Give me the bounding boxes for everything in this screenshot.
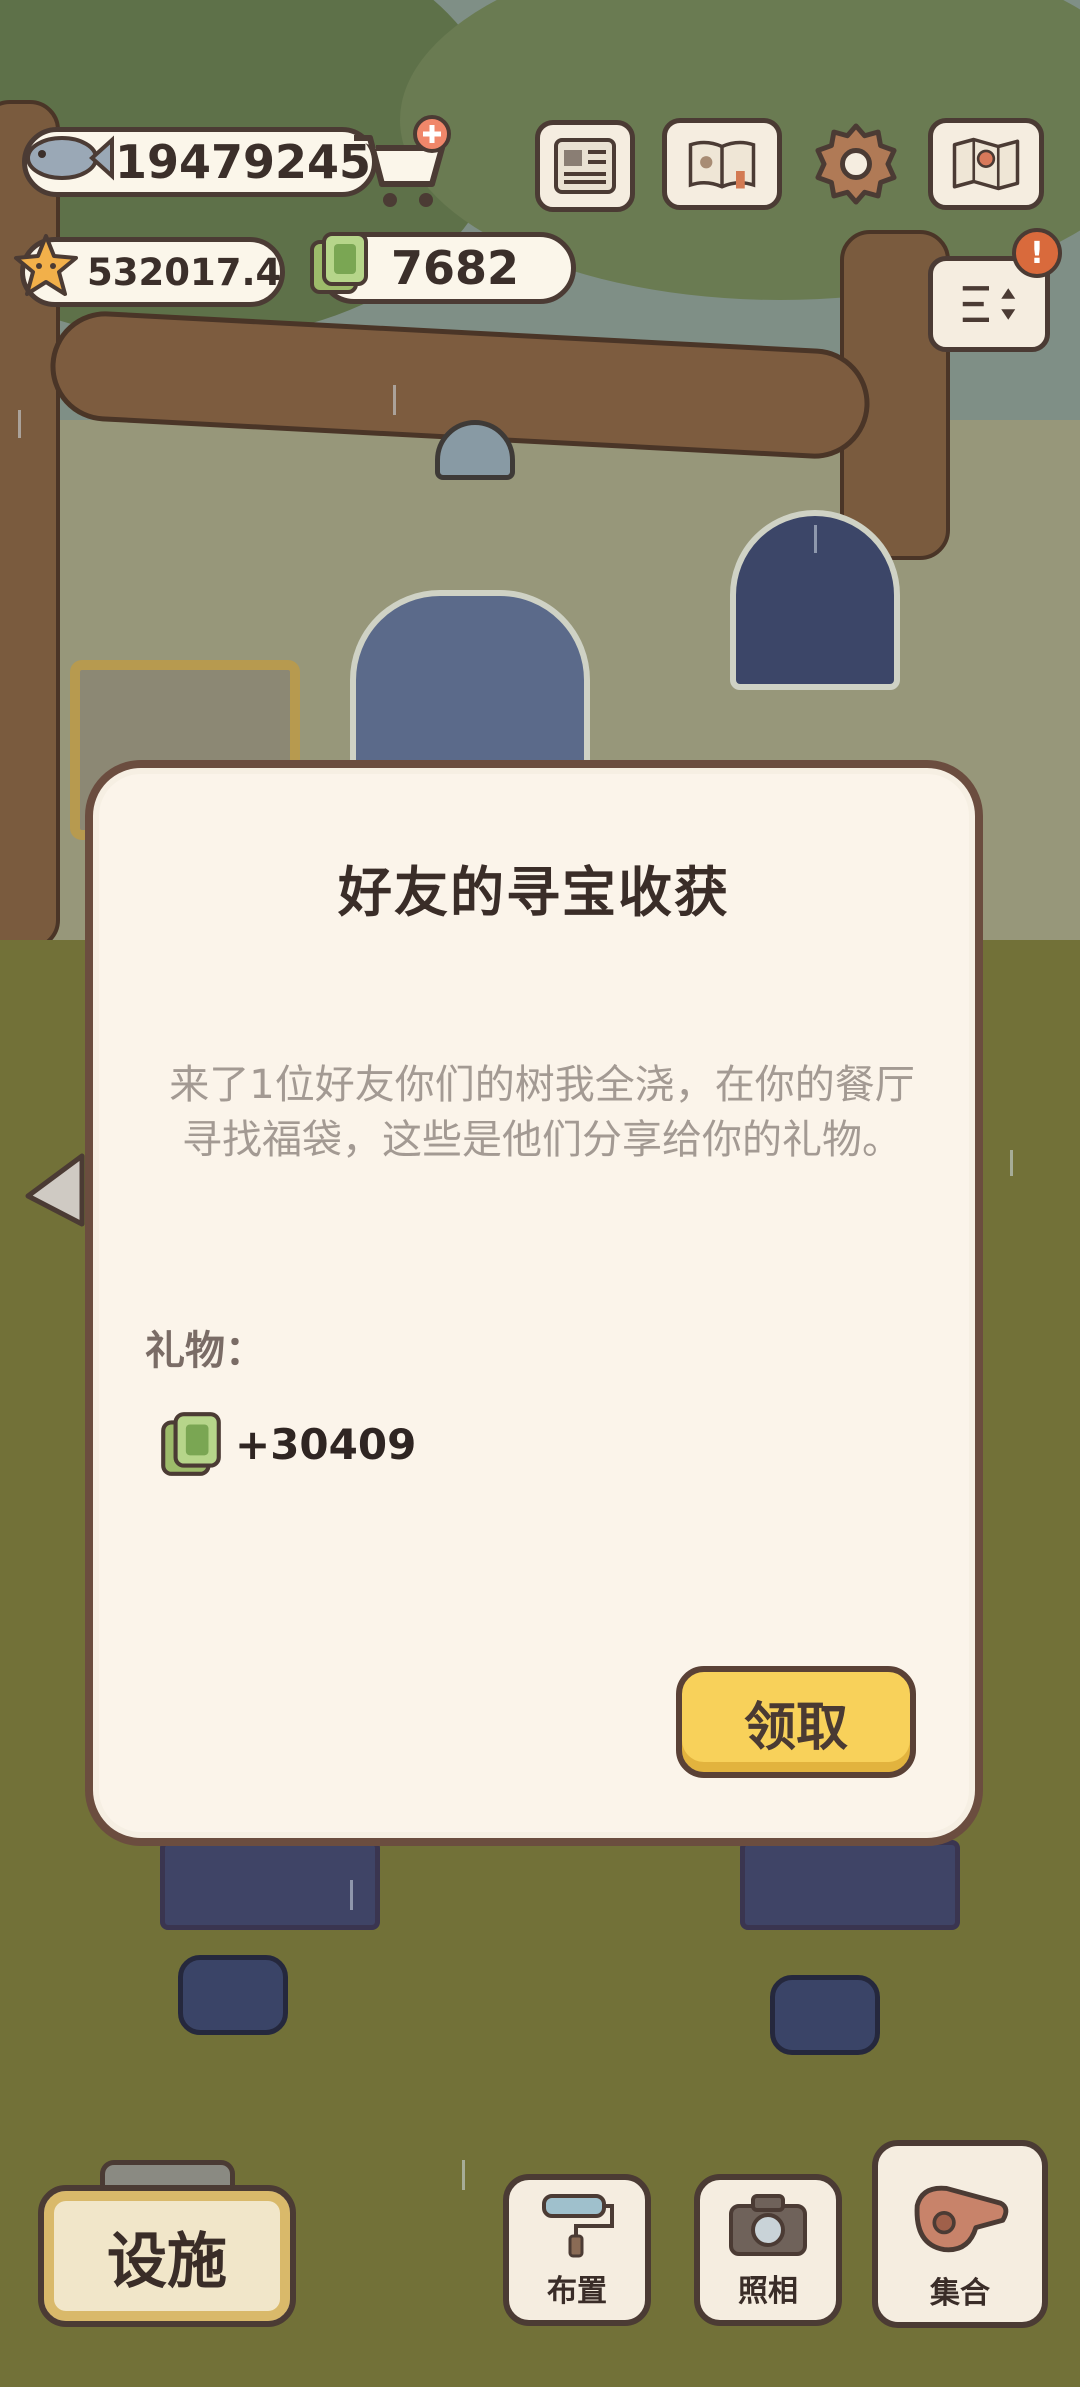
cushion-left: [178, 1955, 288, 2035]
album-button[interactable]: [662, 118, 782, 210]
dialog-title: 好友的寻宝收获: [338, 861, 730, 924]
gather-button-label: 集合: [930, 2276, 990, 2311]
rain-drop: [462, 2160, 465, 2190]
newspaper-button[interactable]: [535, 120, 635, 212]
rain-drop: [1010, 1150, 1013, 1176]
photo-button-label: 照相: [738, 2274, 798, 2309]
layout-button[interactable]: 布置: [503, 2174, 651, 2326]
leaf-ticket-icon: [161, 1412, 221, 1476]
dialog-description: 来了1位好友你们的树我全浇，在你的餐厅寻找福袋，这些是他们分享给你的礼物。: [169, 1062, 915, 1163]
leaf-ticket-value: 7682: [391, 241, 520, 295]
rain-drop: [814, 525, 817, 553]
settings-button[interactable]: [806, 118, 906, 210]
fish-icon: [26, 135, 114, 181]
table-right: [740, 1840, 960, 1930]
notification-badge: !: [1012, 228, 1062, 278]
paint-roller-icon: [542, 2194, 614, 2258]
gift-amount: +30409: [235, 1419, 417, 1469]
map-button[interactable]: [928, 118, 1044, 210]
star-icon: [14, 234, 78, 296]
newspaper-icon: [554, 138, 616, 194]
facility-button[interactable]: 设施: [38, 2185, 296, 2327]
tree-trunk-left: [0, 100, 60, 950]
gift-label: 礼物：: [145, 1328, 265, 1374]
claim-button[interactable]: 领取: [676, 1666, 916, 1778]
fish-currency-value: 19479245: [115, 135, 372, 189]
album-book-icon: [688, 140, 756, 189]
leaf-ticket-icon: [310, 232, 368, 294]
photo-button[interactable]: 照相: [694, 2174, 842, 2326]
rain-drop: [350, 1880, 353, 1910]
gear-icon: [815, 123, 897, 205]
table-left: [160, 1840, 380, 1930]
camera-icon: [729, 2194, 807, 2256]
gather-button[interactable]: 集合: [872, 2140, 1048, 2328]
cushion-right: [770, 1975, 880, 2055]
map-icon: [952, 137, 1020, 191]
whistle-icon: [914, 2185, 1009, 2253]
treasure-hunt-reward-dialog: 好友的寻宝收获 来了1位好友你们的树我全浇，在你的餐厅寻找福袋，这些是他们分享给…: [85, 760, 983, 1846]
rain-drop: [18, 410, 21, 438]
door-decoration: [350, 590, 590, 770]
star-currency-value: 532017.4: [87, 250, 282, 294]
rain-drop: [393, 385, 396, 415]
shopping-cart-plus-icon[interactable]: [346, 114, 456, 214]
gift-item: +30409: [155, 1408, 416, 1480]
sort-icon: [962, 286, 1016, 322]
facility-button-label: 设施: [107, 2226, 227, 2297]
layout-button-label: 布置: [547, 2274, 607, 2309]
left-arrow-icon[interactable]: [20, 1150, 90, 1230]
